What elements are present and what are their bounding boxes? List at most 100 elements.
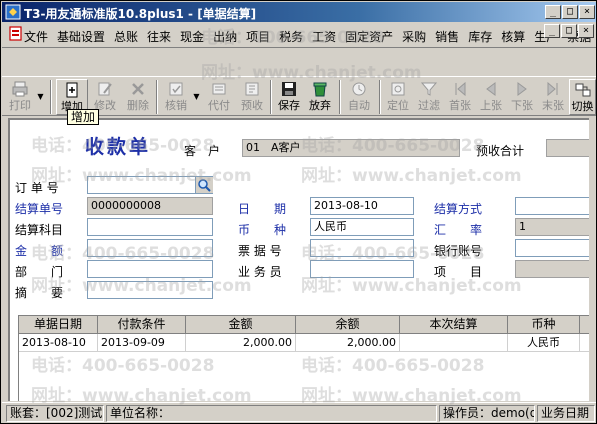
prev-button[interactable]: 上张: [476, 79, 506, 115]
writeoff-button[interactable]: 核销: [160, 79, 192, 115]
bill-no-field[interactable]: [310, 239, 414, 257]
menu-item-costing[interactable]: 核算: [501, 28, 525, 45]
customer-field[interactable]: 01 A客户: [242, 139, 460, 157]
currency-field[interactable]: 人民币: [310, 218, 414, 236]
menu-item-cash[interactable]: 现金: [180, 28, 204, 45]
discard-icon: [313, 82, 327, 97]
table-header: 单据日期 付款条件 金额 余额 本次结算 币种: [19, 316, 595, 334]
amount-field[interactable]: [87, 239, 213, 257]
status-unit: 单位名称：: [106, 405, 437, 422]
writeoff-label: 核销: [165, 99, 187, 112]
menu-item-purchase[interactable]: 采购: [402, 28, 426, 45]
status-operator: 操作员：demo(de: [439, 405, 535, 422]
switch-label: 切换: [571, 100, 594, 113]
mdi-bar: _ □ ×: [2, 24, 596, 75]
auto-button[interactable]: 自动: [343, 79, 375, 115]
status-business-date: 业务日期: [537, 405, 595, 422]
document-icon[interactable]: [7, 25, 25, 43]
clerk-field[interactable]: [310, 260, 414, 278]
auto-icon: [352, 82, 366, 96]
menu-item-fixed-assets[interactable]: 固定资产: [345, 28, 393, 45]
settle-subject-field[interactable]: [87, 218, 213, 236]
cell-date[interactable]: 2013-08-10: [19, 334, 98, 352]
settle-no-label: 结算单号: [15, 202, 64, 216]
customer-label: 客 户: [184, 144, 221, 158]
auto-label: 自动: [348, 99, 370, 112]
column-header-balance[interactable]: 余额: [296, 316, 400, 334]
first-button[interactable]: 首张: [445, 79, 475, 115]
summary-field[interactable]: [87, 281, 213, 299]
locate-label: 定位: [387, 99, 409, 112]
print-button[interactable]: 打印: [4, 79, 36, 115]
column-header-terms[interactable]: 付款条件: [98, 316, 186, 334]
column-header-date[interactable]: 单据日期: [19, 316, 98, 334]
delete-icon: [132, 83, 144, 95]
delete-button[interactable]: 删除: [122, 79, 154, 115]
title-bar[interactable]: T3-用友通标准版10.8plus1 - [单据结算] _ □ ×: [2, 2, 596, 22]
discard-button[interactable]: 放弃: [305, 79, 335, 115]
cell-balance[interactable]: 2,000.00: [296, 334, 400, 352]
mdi-restore-button[interactable]: □: [561, 24, 577, 38]
menu-item-basic-settings[interactable]: 基础设置: [57, 28, 105, 45]
writeoff-icon: [169, 82, 183, 96]
dept-field[interactable]: [87, 260, 213, 278]
menu-item-project[interactable]: 项目: [246, 28, 270, 45]
status-account: 账套：[002]测试: [6, 405, 104, 422]
cell-currency[interactable]: 人民币: [508, 334, 580, 352]
menu-item-sales[interactable]: 销售: [435, 28, 459, 45]
bill-no-label: 票 据 号: [238, 244, 282, 258]
locate-button[interactable]: 定位: [383, 79, 413, 115]
bank-account-field[interactable]: [515, 239, 594, 257]
settle-subject-label: 结算科目: [15, 223, 64, 237]
receipt-form: 收款单 客 户 01 A客户 预收合计 订 单 号 结算单号 000000000…: [8, 118, 596, 401]
search-button[interactable]: [195, 177, 213, 193]
search-icon: [198, 179, 211, 192]
toolbar-separator: [50, 80, 52, 114]
settle-no-field[interactable]: 0000000008: [87, 197, 213, 215]
rate-field[interactable]: 1: [515, 218, 594, 236]
cell-current-settle[interactable]: [400, 334, 508, 352]
save-icon: [282, 82, 296, 96]
printer-icon: [12, 81, 28, 97]
menu-item-payroll[interactable]: 工资: [312, 28, 336, 45]
filter-button[interactable]: 过滤: [414, 79, 444, 115]
switch-icon: [575, 83, 590, 97]
settle-method-label: 结算方式: [434, 202, 483, 216]
writeoff-dropdown[interactable]: ▼: [192, 79, 201, 115]
prepay-total-field[interactable]: [546, 139, 594, 157]
maximize-button[interactable]: □: [562, 5, 578, 19]
project-field[interactable]: [515, 260, 594, 278]
column-header-currency[interactable]: 币种: [508, 316, 580, 334]
menu-item-ledger[interactable]: 总账: [114, 28, 138, 45]
print-label: 打印: [9, 99, 31, 112]
cell-amount[interactable]: 2,000.00: [186, 334, 296, 352]
mdi-close-button[interactable]: ×: [578, 24, 594, 38]
cell-terms[interactable]: 2013-09-09: [98, 334, 186, 352]
vertical-scroll-edge[interactable]: [589, 118, 596, 401]
menu-item-file[interactable]: 文件: [24, 28, 48, 45]
menu-item-accounts[interactable]: 往来: [147, 28, 171, 45]
save-button[interactable]: 保存: [274, 79, 304, 115]
clerk-label: 业 务 员: [238, 265, 282, 279]
print-dropdown[interactable]: ▼: [36, 79, 45, 115]
settle-method-field[interactable]: [515, 197, 594, 215]
menu-item-inventory[interactable]: 库存: [468, 28, 492, 45]
currency-label: 币 种: [238, 223, 287, 237]
column-header-current-settle[interactable]: 本次结算: [400, 316, 508, 334]
menu-item-cashier[interactable]: 出纳: [213, 28, 237, 45]
table-row[interactable]: 2013-08-10 2013-09-09 2,000.00 2,000.00 …: [19, 334, 595, 352]
mdi-controls: _ □ ×: [543, 24, 594, 38]
date-field[interactable]: 2013-08-10: [310, 197, 414, 215]
switch-button[interactable]: 切换: [569, 79, 596, 115]
substitute-pay-button[interactable]: 代付: [203, 79, 235, 115]
mdi-minimize-button[interactable]: _: [544, 24, 560, 38]
amount-label: 金 额: [15, 244, 64, 258]
column-header-amount[interactable]: 金额: [186, 316, 296, 334]
menu-item-tax[interactable]: 税务: [279, 28, 303, 45]
minimize-button[interactable]: _: [545, 5, 561, 19]
next-button[interactable]: 下张: [507, 79, 537, 115]
close-button[interactable]: ×: [579, 5, 595, 19]
prepay-button[interactable]: 预收: [236, 79, 268, 115]
last-button[interactable]: 末张: [538, 79, 568, 115]
summary-label: 摘 要: [15, 286, 64, 300]
